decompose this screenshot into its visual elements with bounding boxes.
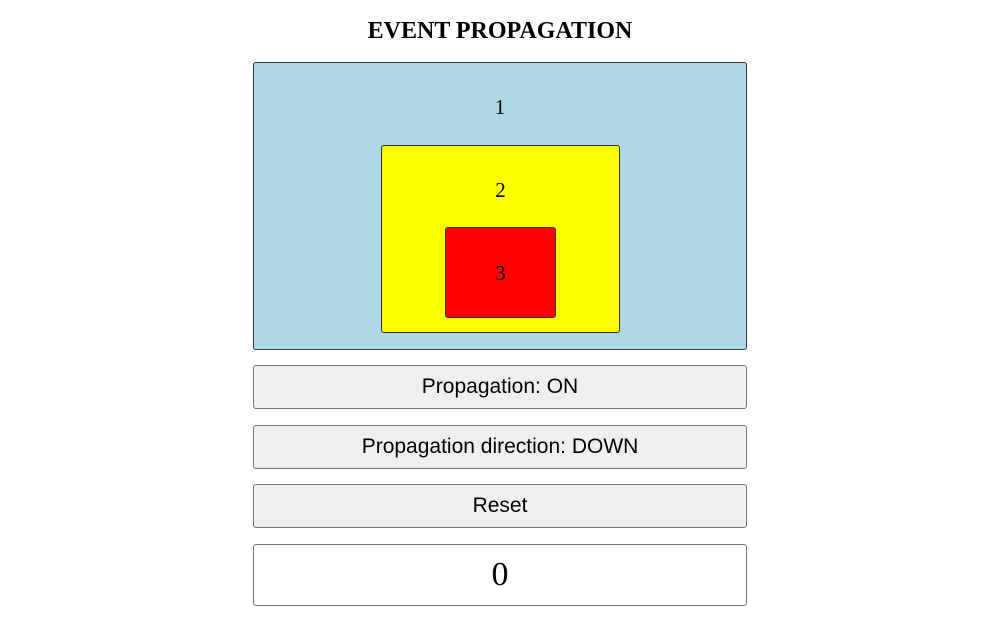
page-title: EVENT PROPAGATION: [367, 18, 633, 44]
box-1[interactable]: 1 2 3: [253, 62, 747, 350]
box-1-label: 1: [494, 95, 506, 119]
box-3-label: 3: [495, 261, 506, 285]
counter-display: 0: [253, 544, 747, 606]
box-2[interactable]: 2 3: [381, 145, 620, 333]
propagation-direction-button[interactable]: Propagation direction: DOWN: [253, 425, 747, 469]
propagation-toggle-button[interactable]: Propagation: ON: [253, 365, 747, 409]
box-3[interactable]: 3: [445, 227, 556, 318]
box-2-label: 2: [495, 178, 506, 202]
reset-button[interactable]: Reset: [253, 484, 747, 528]
